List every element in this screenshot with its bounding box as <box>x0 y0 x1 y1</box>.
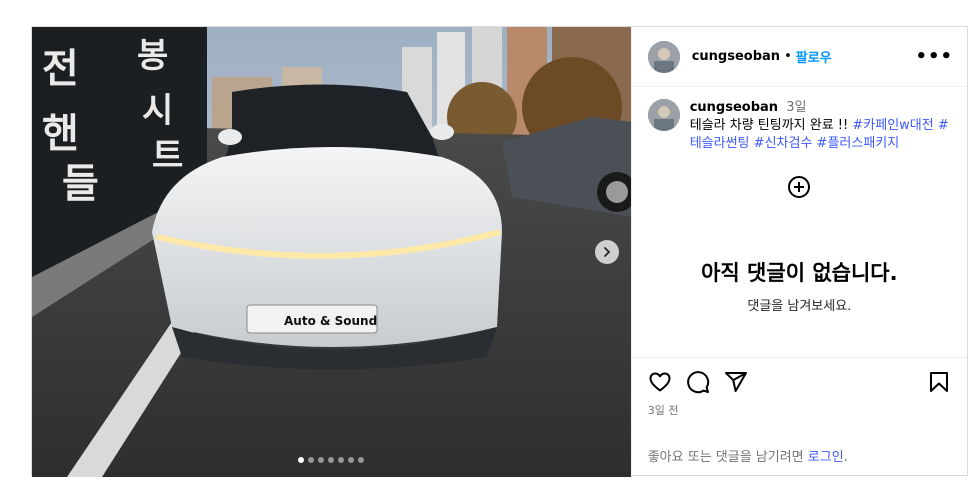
login-prompt: 좋아요 또는 댓글을 남기려면 로그인. <box>648 446 848 465</box>
svg-text:봉: 봉 <box>137 36 168 76</box>
carousel-dot <box>348 457 355 463</box>
action-icons <box>648 370 951 394</box>
hashtag[interactable]: #신차검수 <box>754 136 813 151</box>
login-prompt-text: 좋아요 또는 댓글을 남기려면 <box>647 450 808 465</box>
carousel-dot <box>298 457 305 463</box>
post-card: 전 핸 들 봉 시 트 Auto & Sound cungseoban • 팔로… <box>31 26 968 477</box>
svg-text:트: 트 <box>152 136 183 176</box>
carousel-dot <box>328 457 335 463</box>
plate-text: Auto & Sound <box>284 314 377 328</box>
post-header: cungseoban • 팔로우 ••• <box>631 27 967 87</box>
caption-text-block: cungseoban 3일 테슬라 차량 틴팅까지 완료 !! #카페인w대전 … <box>690 99 951 153</box>
svg-text:핸: 핸 <box>42 111 79 157</box>
comment-icon[interactable] <box>686 370 710 394</box>
comments-section: cungseoban 3일 테슬라 차량 틴팅까지 완료 !! #카페인w대전 … <box>632 87 967 357</box>
bookmark-icon[interactable] <box>927 370 951 394</box>
username[interactable]: cungseoban <box>692 49 780 64</box>
caption-text: 테슬라 차량 틴팅까지 완료 !! <box>689 118 853 133</box>
post-media: 전 핸 들 봉 시 트 Auto & Sound <box>32 27 631 477</box>
next-image-button[interactable] <box>594 240 619 264</box>
empty-comments-subtitle: 댓글을 남겨보세요. <box>747 299 852 314</box>
caption: cungseoban 3일 테슬라 차량 틴팅까지 완료 !! #카페인w대전 … <box>647 99 951 153</box>
empty-comments-title: 아직 댓글이 없습니다. <box>701 261 898 285</box>
svg-text:시: 시 <box>142 91 173 131</box>
post-actions: 3일 전 좋아요 또는 댓글을 남기려면 로그인. <box>631 357 967 477</box>
heart-icon[interactable] <box>648 370 672 394</box>
caption-time: 3일 <box>786 100 807 115</box>
chevron-right-icon <box>603 247 610 257</box>
more-options-button[interactable]: ••• <box>915 46 953 67</box>
login-prompt-suffix: . <box>843 450 848 465</box>
svg-text:들: 들 <box>62 161 99 207</box>
hashtag[interactable]: #플러스패키지 <box>817 136 900 151</box>
empty-comments: 아직 댓글이 없습니다. 댓글을 남겨보세요. <box>632 175 967 314</box>
caption-avatar[interactable] <box>647 99 680 131</box>
caption-username[interactable]: cungseoban <box>690 100 778 115</box>
hashtag[interactable]: #카페인w대전 <box>852 118 933 133</box>
carousel-dot <box>358 457 365 463</box>
share-icon[interactable] <box>724 370 748 394</box>
add-comment-icon <box>788 176 811 198</box>
post-date: 3일 전 <box>647 404 679 417</box>
avatar[interactable] <box>647 40 680 73</box>
svg-text:전: 전 <box>42 46 79 92</box>
carousel-indicator <box>32 457 631 463</box>
carousel-dot <box>308 457 315 463</box>
carousel-dot <box>318 457 325 463</box>
post-sidebar: cungseoban • 팔로우 ••• cungseoban 3일 테슬라 차… <box>630 27 967 477</box>
carousel-dot <box>338 457 345 463</box>
login-link[interactable]: 로그인 <box>808 450 844 465</box>
separator: • <box>784 49 792 64</box>
post-photo: 전 핸 들 봉 시 트 Auto & Sound <box>32 27 631 477</box>
follow-button[interactable]: 팔로우 <box>796 47 832 66</box>
